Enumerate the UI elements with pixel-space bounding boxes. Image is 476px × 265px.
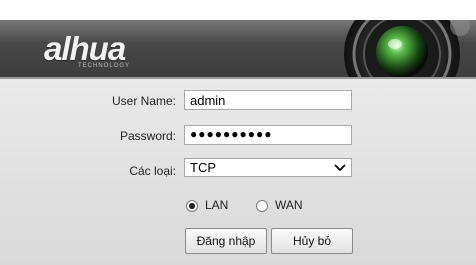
radio-lan[interactable] [186,200,198,212]
brand-banner: alhua TECHNOLOGY [0,20,476,77]
dahua-logo: alhua [44,30,126,67]
cancel-button[interactable]: Hủy bỏ [271,228,353,254]
username-field[interactable]: admin [184,90,352,110]
login-button[interactable]: Đăng nhập [185,228,267,254]
type-label: Các loại: [129,164,176,178]
logo-tagline: TECHNOLOGY [78,63,131,69]
camera-lens-icon [344,20,470,77]
banner-divider [0,77,476,79]
protocol-select-value: TCP [190,160,216,175]
radio-lan-label: LAN [205,198,229,212]
chevron-down-icon [334,164,346,172]
top-strip [0,0,476,20]
username-label: User Name: [111,94,176,108]
radio-wan[interactable] [256,200,268,212]
password-field[interactable]: ●●●●●●●●●● [184,125,352,145]
protocol-select[interactable]: TCP [184,158,352,177]
radio-wan-label: WAN [275,198,303,212]
password-label: Password: [119,129,176,143]
